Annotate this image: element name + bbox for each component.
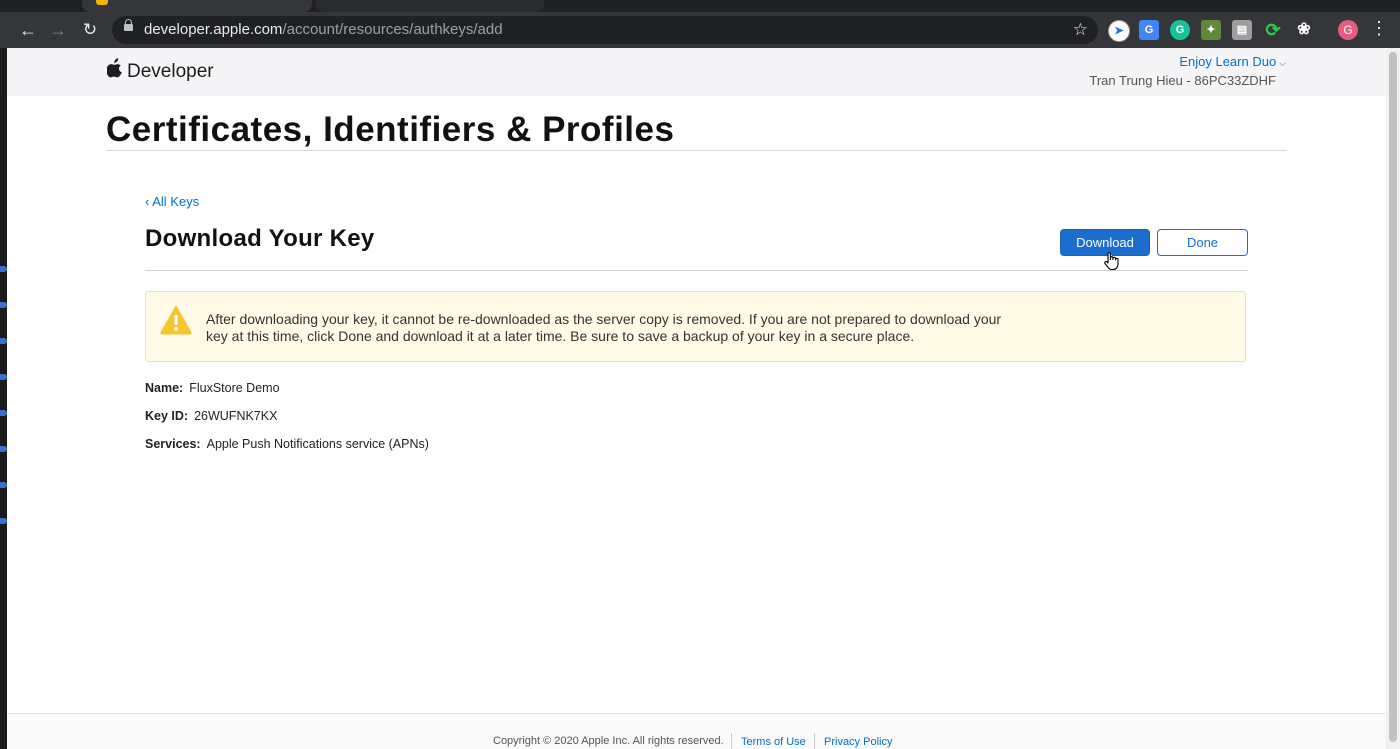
forward-arrow-icon[interactable]: → bbox=[48, 20, 68, 40]
section-title: Download Your Key bbox=[145, 225, 375, 252]
key-services-value: Apple Push Notifications service (APNs) bbox=[206, 437, 429, 451]
key-id-value: 26WUFNK7KX bbox=[194, 409, 278, 423]
background-marker bbox=[0, 482, 7, 488]
url-host: developer.apple.com bbox=[144, 21, 283, 38]
page-scrollbar[interactable] bbox=[1386, 48, 1400, 749]
background-marker bbox=[0, 446, 7, 452]
profile-avatar[interactable]: G bbox=[1338, 20, 1358, 40]
background-marker bbox=[0, 518, 7, 524]
bookmark-star-icon[interactable]: ☆ bbox=[1073, 20, 1088, 40]
team-name: Tran Trung Hieu - 86PC33ZDHF bbox=[1089, 73, 1276, 88]
reload-icon[interactable]: ↻ bbox=[80, 20, 100, 40]
privacy-policy-link[interactable]: Privacy Policy bbox=[824, 736, 892, 748]
browser-toolbar: ← → ↻ developer.apple.com/account/resour… bbox=[0, 12, 1400, 48]
all-keys-link[interactable]: ‹ All Keys bbox=[145, 194, 199, 209]
key-id-label: Key ID: bbox=[145, 409, 189, 423]
chevron-down-icon: ⌵ bbox=[1279, 58, 1286, 68]
back-arrow-icon[interactable]: ← bbox=[18, 20, 38, 40]
extension-grammarly-icon[interactable]: G bbox=[1170, 20, 1190, 40]
extension-print-icon[interactable]: ▤ bbox=[1232, 20, 1252, 40]
url-path: /account/resources/authkeys/add bbox=[282, 21, 503, 38]
team-switcher[interactable]: Enjoy Learn Duo ⌵ bbox=[1179, 54, 1286, 69]
page-footer: Copyright © 2020 Apple Inc. All rights r… bbox=[7, 714, 1386, 749]
extension-paw-icon[interactable]: ❀ bbox=[1294, 20, 1314, 40]
copyright-text: Copyright © 2020 Apple Inc. All rights r… bbox=[493, 735, 724, 747]
footer-separator bbox=[731, 733, 732, 749]
address-bar[interactable]: developer.apple.com/account/resources/au… bbox=[112, 16, 1098, 44]
key-services-row: Services: Apple Push Notifications servic… bbox=[145, 437, 429, 451]
warning-triangle-icon bbox=[160, 306, 192, 335]
background-marker bbox=[0, 302, 7, 308]
key-services-label: Services: bbox=[145, 437, 201, 451]
warning-alert: After downloading your key, it cannot be… bbox=[145, 291, 1246, 362]
browser-tab[interactable] bbox=[316, 0, 544, 12]
browser-tab-active[interactable] bbox=[82, 0, 312, 12]
scrollbar-thumb[interactable] bbox=[1389, 52, 1397, 742]
all-keys-label: All Keys bbox=[152, 194, 200, 209]
background-marker bbox=[0, 266, 7, 272]
alert-message: After downloading your key, it cannot be… bbox=[206, 311, 1002, 344]
key-name-label: Name: bbox=[145, 381, 184, 395]
extension-compass-icon[interactable]: ➤ bbox=[1108, 20, 1130, 42]
terms-of-use-link[interactable]: Terms of Use bbox=[741, 736, 806, 748]
page-title: Certificates, Identifiers & Profiles bbox=[106, 110, 675, 149]
url-text[interactable]: developer.apple.com/account/resources/au… bbox=[144, 21, 503, 38]
developer-brand[interactable]: Developer bbox=[127, 61, 214, 83]
team-switcher-label: Enjoy Learn Duo bbox=[1179, 54, 1277, 69]
tab-strip bbox=[0, 0, 1400, 12]
extension-refresh-icon[interactable]: ⟳ bbox=[1263, 20, 1283, 40]
footer-separator bbox=[814, 733, 815, 749]
title-divider bbox=[106, 150, 1287, 151]
background-marker bbox=[0, 410, 7, 416]
background-window-strip bbox=[0, 48, 7, 749]
key-id-row: Key ID: 26WUFNK7KX bbox=[145, 409, 277, 423]
key-name-value: FluxStore Demo bbox=[189, 381, 280, 395]
tab-warning-icon bbox=[96, 0, 108, 5]
hand-cursor-icon bbox=[1104, 251, 1119, 271]
extension-puzzle-icon[interactable]: ✦ bbox=[1201, 20, 1221, 40]
web-page: Developer Enjoy Learn Duo ⌵ Tran Trung Hi… bbox=[7, 48, 1386, 749]
background-marker bbox=[0, 338, 7, 344]
apple-logo-icon[interactable] bbox=[107, 58, 123, 78]
key-name-row: Name: FluxStore Demo bbox=[145, 381, 280, 395]
lock-icon bbox=[124, 19, 133, 31]
section-divider bbox=[145, 270, 1248, 271]
browser-menu-icon[interactable]: ⋮ bbox=[1370, 18, 1388, 39]
done-button[interactable]: Done bbox=[1157, 229, 1248, 256]
extension-translate-icon[interactable]: G bbox=[1139, 20, 1159, 40]
background-marker bbox=[0, 374, 7, 380]
developer-header: Developer Enjoy Learn Duo ⌵ Tran Trung Hi… bbox=[7, 48, 1386, 96]
